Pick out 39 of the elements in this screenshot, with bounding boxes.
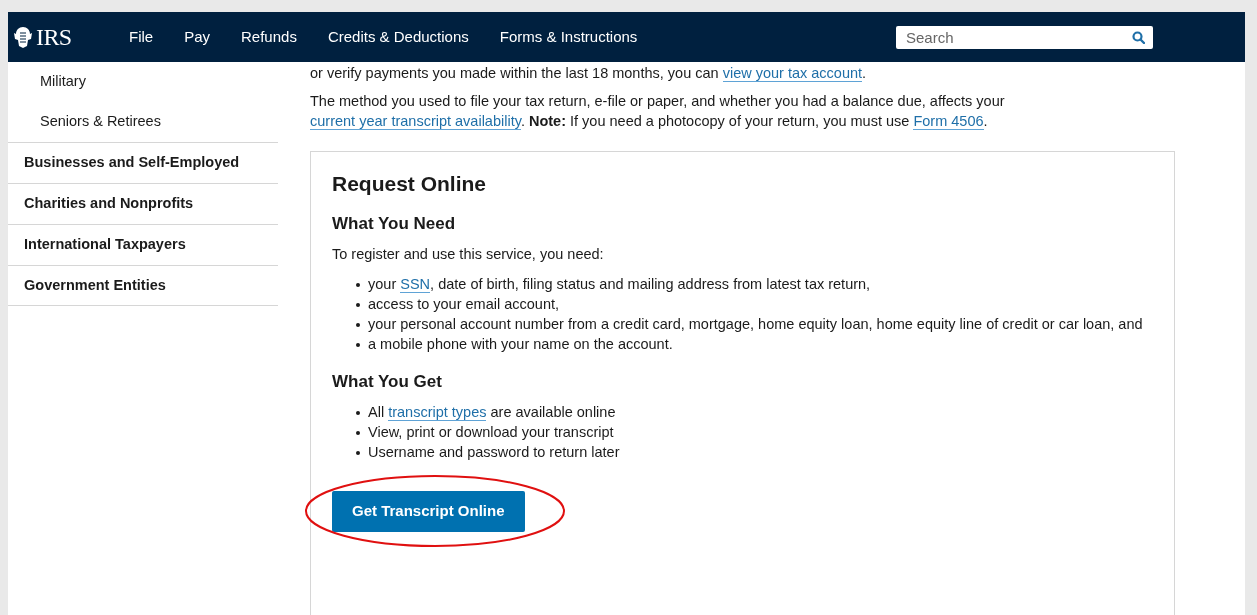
sidebar-subitem[interactable]: Military <box>8 62 278 102</box>
list-item-text: a mobile phone with your name on the account. <box>368 335 673 354</box>
bullet-icon <box>356 411 360 415</box>
bullet-icon <box>356 283 360 287</box>
lead-text: To register and use this service, you need: <box>332 245 605 264</box>
text-link[interactable]: SSN <box>400 276 431 293</box>
nav-link[interactable]: Forms & Instructions <box>487 25 650 49</box>
search-field[interactable]: Search <box>896 25 1153 49</box>
bullet-icon <box>356 431 360 435</box>
bullet-icon <box>356 303 360 307</box>
list-item-text: access to your email account, <box>368 295 559 314</box>
bullet-icon <box>356 451 360 455</box>
nav-link[interactable]: Refunds <box>229 25 309 49</box>
nav-link[interactable]: Pay <box>172 25 223 49</box>
card-title: Request Online <box>332 171 488 197</box>
bullet-icon <box>356 323 360 327</box>
text-link[interactable]: Form 4506 <box>913 113 984 130</box>
nav-link[interactable]: File <box>117 25 166 49</box>
list-item-text: your SSN, date of birth, filing status and mailing address from latest tax return, <box>368 275 871 294</box>
list-item-text: View, print or download your transcript <box>368 423 614 442</box>
sidebar-item[interactable]: Charities and Nonprofits <box>8 183 278 224</box>
sidebar-item[interactable]: International Taxpayers <box>8 224 278 265</box>
get-transcript-button[interactable]: Get Transcript Online <box>332 491 525 532</box>
list-item-text: your personal account number from a credit card, mortgage, home equity loan, home equity line of credit or car loan, and <box>368 315 1143 334</box>
section-heading: What You Need <box>332 213 457 235</box>
search-icon[interactable] <box>1132 30 1145 44</box>
sidebar-item[interactable]: Government Entities <box>8 265 278 306</box>
text-link[interactable]: transcript types <box>388 404 487 421</box>
logo-text[interactable]: IRS <box>36 19 72 55</box>
nav-link[interactable]: Credits & Deductions <box>315 25 481 49</box>
list-item-text: Username and password to return later <box>368 443 620 462</box>
text-link[interactable]: current year transcript availability <box>310 113 521 130</box>
list-item-text: All transcript types are available online <box>368 403 616 422</box>
section-heading: What You Get <box>332 371 443 393</box>
paragraph: or verify payments you made within the last 18 months, you can view your tax account. <box>310 64 868 83</box>
bullet-icon <box>356 343 360 347</box>
sidebar-subitem[interactable]: Seniors & Retirees <box>8 102 278 142</box>
sidebar-item[interactable]: Businesses and Self-Employed <box>8 142 278 183</box>
paragraph: The method you used to file your tax return, e-file or paper, and whether you had a balance due, affects your current year transcript availability. Note: If you need a photocopy of your return, you must use Form 4506. <box>310 92 1006 131</box>
